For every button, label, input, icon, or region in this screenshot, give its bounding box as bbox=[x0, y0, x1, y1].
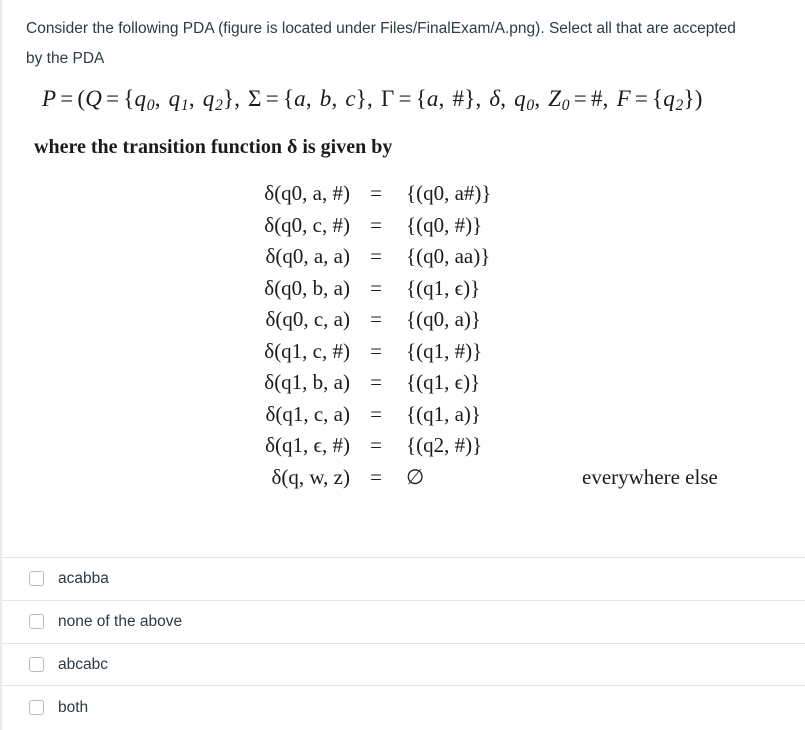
equals-sign: = bbox=[370, 370, 382, 395]
transition-note bbox=[556, 367, 805, 399]
transition-rhs: {(q1, ϵ)} bbox=[406, 370, 481, 395]
equals-sign: = bbox=[370, 307, 382, 332]
equals-sign: = bbox=[370, 212, 382, 237]
checkbox-icon[interactable] bbox=[29, 571, 44, 587]
transition-lhs: δ(q0, c, #) bbox=[264, 212, 350, 237]
transition-lhs: δ(q0, b, a) bbox=[264, 275, 350, 300]
equals-sign: = bbox=[370, 464, 382, 489]
transition-row: δ(q1, c, #) = {(q1, #)} bbox=[2, 336, 805, 368]
transition-note bbox=[556, 399, 805, 431]
transition-row: δ(q0, c, a) = {(q0, a)} bbox=[2, 304, 805, 336]
transition-row: δ(q0, b, a) = {(q1, ϵ)} bbox=[2, 273, 805, 305]
equals-sign: = bbox=[370, 181, 382, 206]
answer-option-none-of-the-above[interactable]: none of the above bbox=[2, 599, 805, 643]
transition-note bbox=[556, 241, 805, 273]
answer-option-label: both bbox=[58, 698, 89, 716]
equals-sign: = bbox=[370, 433, 382, 458]
transition-lhs: δ(q1, b, a) bbox=[264, 370, 350, 395]
transition-rhs: {(q0, a)} bbox=[406, 307, 481, 332]
transition-lhs: δ(q0, a, #) bbox=[264, 181, 350, 206]
question-prompt: Consider the following PDA (figure is lo… bbox=[26, 20, 736, 67]
pda-definition-formula: P = (Q = {q0, q1, q2}, Σ = {a, b, c}, Γ = {a, #}… bbox=[42, 86, 703, 115]
transition-note bbox=[556, 336, 805, 368]
transition-lhs: δ(q1, ϵ, #) bbox=[265, 433, 350, 458]
transition-note bbox=[556, 430, 805, 462]
transition-lhs: δ(q0, a, a) bbox=[265, 244, 350, 269]
checkbox-icon[interactable] bbox=[29, 614, 44, 630]
transition-lhs: δ(q0, c, a) bbox=[265, 307, 350, 332]
transition-row: δ(q1, c, a) = {(q1, a)} bbox=[2, 399, 805, 431]
transition-rhs: {(q0, a#)} bbox=[406, 181, 492, 206]
transition-row: δ(q0, a, #) = {(q0, a#)} bbox=[2, 178, 805, 210]
transition-note: everywhere else bbox=[582, 464, 718, 489]
answer-option-abcabc[interactable]: abcabc bbox=[2, 642, 805, 686]
equals-sign: = bbox=[370, 338, 382, 363]
transition-function-table: δ(q0, a, #) = {(q0, a#)} δ(q0, c, #) = {… bbox=[2, 178, 805, 493]
transition-lhs: δ(q1, c, #) bbox=[264, 338, 350, 363]
transition-rhs: {(q1, ϵ)} bbox=[406, 275, 481, 300]
transition-rhs: {(q2, #)} bbox=[406, 433, 483, 458]
transition-function-intro: where the transition function δ is given… bbox=[34, 136, 393, 158]
answer-option-label: none of the above bbox=[58, 612, 183, 630]
transition-rhs: {(q0, aa)} bbox=[406, 244, 491, 269]
equals-sign: = bbox=[370, 244, 382, 269]
transition-note bbox=[556, 304, 805, 336]
transition-row: δ(q0, a, a) = {(q0, aa)} bbox=[2, 241, 805, 273]
answer-options-list: acabba none of the above abcabc both bbox=[2, 557, 805, 728]
checkbox-icon[interactable] bbox=[29, 699, 44, 715]
answer-option-label: acabba bbox=[58, 570, 109, 588]
transition-note bbox=[556, 210, 805, 242]
transition-row: δ(q0, c, #) = {(q0, #)} bbox=[2, 210, 805, 242]
answer-option-label: abcabc bbox=[58, 655, 108, 673]
transition-row: δ(q, w, z) = ∅ everywhere else bbox=[2, 462, 805, 494]
transition-rhs: ∅ bbox=[406, 464, 425, 489]
equals-sign: = bbox=[370, 401, 382, 426]
transition-rhs: {(q1, #)} bbox=[406, 338, 483, 363]
transition-lhs: δ(q, w, z) bbox=[271, 464, 350, 489]
quiz-question-page: Consider the following PDA (figure is lo… bbox=[0, 0, 805, 730]
transition-note bbox=[556, 273, 805, 305]
transition-note bbox=[556, 178, 805, 210]
answer-option-both[interactable]: both bbox=[2, 685, 805, 728]
transition-row: δ(q1, b, a) = {(q1, ϵ)} bbox=[2, 367, 805, 399]
transition-row: δ(q1, ϵ, #) = {(q2, #)} bbox=[2, 430, 805, 462]
transition-rhs: {(q0, #)} bbox=[406, 212, 483, 237]
answer-option-acabba[interactable]: acabba bbox=[2, 557, 805, 600]
equals-sign: = bbox=[370, 275, 382, 300]
checkbox-icon[interactable] bbox=[29, 656, 44, 672]
transition-rhs: {(q1, a)} bbox=[406, 401, 481, 426]
transition-lhs: δ(q1, c, a) bbox=[265, 401, 350, 426]
